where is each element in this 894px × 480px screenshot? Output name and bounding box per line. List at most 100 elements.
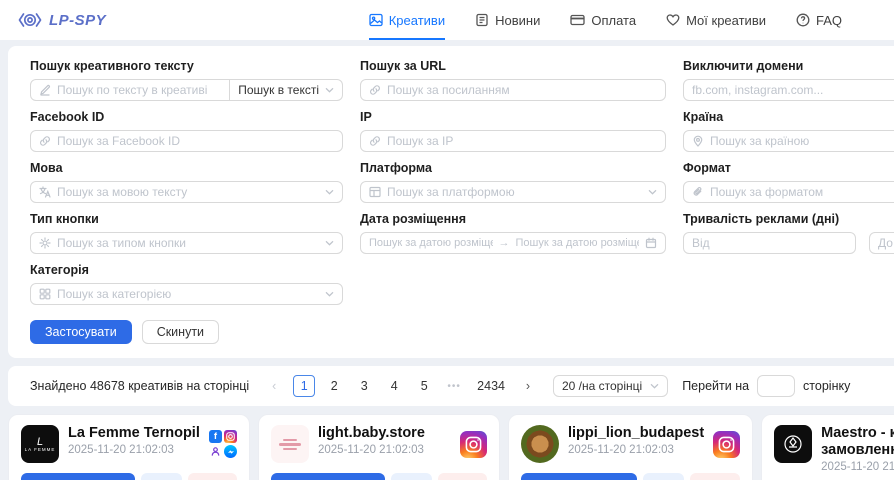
page-button-last[interactable]: 2434 [473, 375, 509, 397]
language-select[interactable] [30, 181, 343, 203]
language-input[interactable] [57, 182, 319, 202]
facebook-id-input[interactable] [57, 131, 334, 151]
date-from-input[interactable] [369, 233, 493, 253]
page-button-1[interactable]: 1 [293, 375, 315, 397]
favorite-button[interactable] [438, 473, 487, 480]
logo[interactable]: LP-SPY [18, 11, 106, 29]
creative-card[interactable]: L LA FEMME La Femme Ternopil 2025-11-20 … [8, 414, 250, 480]
nav-label: Креативи [389, 13, 445, 28]
card-icon [570, 13, 585, 27]
field-label: Тип кнопки [30, 212, 343, 226]
chevron-down-icon [325, 189, 334, 195]
country-input[interactable] [710, 131, 894, 151]
instagram-icon [713, 431, 740, 458]
chevron-down-icon [325, 291, 334, 297]
chevron-down-icon [325, 87, 334, 93]
field-facebook-id: Facebook ID [30, 110, 343, 152]
date-range-picker[interactable]: → [360, 232, 666, 254]
field-label: Країна [683, 110, 894, 124]
next-page-button[interactable]: › [517, 375, 539, 397]
field-button-type: Тип кнопки [30, 212, 343, 254]
goto-page-input[interactable] [757, 375, 795, 397]
field-exclude-domains: Виключити домени [683, 59, 894, 101]
heart-icon [666, 13, 680, 27]
days-active-button[interactable]: 3 days [21, 473, 135, 480]
url-input[interactable] [387, 80, 657, 100]
prev-page-button[interactable]: ‹ [263, 375, 285, 397]
messenger-icon [224, 445, 237, 458]
platform-input[interactable] [387, 182, 642, 202]
nav-tab-news[interactable]: Новини [475, 0, 540, 40]
nav-tab-creatives[interactable]: Креативи [369, 0, 445, 40]
nav-tab-faq[interactable]: FAQ [796, 0, 842, 40]
chevron-down-icon [648, 189, 657, 195]
category-grid-icon [39, 288, 51, 300]
text-search-mode-select[interactable]: Пошук в тексті [230, 79, 343, 101]
page-button-3[interactable]: 3 [353, 375, 375, 397]
avatar [271, 425, 309, 463]
creative-card[interactable]: Maestro - кухні, меблі замовлення в Ужго… [761, 414, 894, 480]
platform-select[interactable] [360, 181, 666, 203]
page-button-5[interactable]: 5 [413, 375, 435, 397]
ip-input[interactable] [387, 131, 657, 151]
category-select[interactable] [30, 283, 343, 305]
duration-from-input[interactable] [692, 233, 847, 253]
avatar [521, 425, 559, 463]
format-input[interactable] [710, 182, 894, 202]
favorite-button[interactable] [690, 473, 740, 480]
creative-date: 2025-11-20 21:02:03 [568, 444, 704, 456]
nav-label: Оплата [591, 13, 636, 28]
goto-prefix: Перейти на [682, 379, 749, 393]
news-icon [475, 13, 489, 27]
instagram-icon [460, 431, 487, 458]
page-button-2[interactable]: 2 [323, 375, 345, 397]
platform-grid-icon [369, 186, 381, 198]
results-toolbar: Знайдено 48678 креативів на сторінці ‹ 1… [8, 366, 894, 406]
field-label: Мова [30, 161, 343, 175]
creative-text-input[interactable] [57, 80, 221, 100]
creative-card[interactable]: lippi_lion_budapest 2025-11-20 21:02:03 … [508, 414, 753, 480]
field-label: Виключити домени [683, 59, 894, 73]
field-url: Пошук за URL [360, 59, 666, 101]
view-button[interactable] [643, 473, 684, 480]
filters-panel: Пошук креативного тексту Пошук в тексті … [8, 46, 894, 358]
paperclip-icon [692, 186, 704, 198]
nav-label: Мої креативи [686, 13, 766, 28]
field-label: Facebook ID [30, 110, 343, 124]
field-label: Формат [683, 161, 894, 175]
duration-to-input[interactable] [878, 233, 894, 253]
nav-tab-payment[interactable]: Оплата [570, 0, 636, 40]
pagination-ellipsis[interactable]: ••• [443, 375, 465, 397]
chevron-down-icon [650, 383, 659, 389]
category-input[interactable] [57, 284, 319, 304]
date-to-input[interactable] [516, 233, 640, 253]
translate-icon [39, 186, 51, 198]
field-label: IP [360, 110, 666, 124]
view-button[interactable] [141, 473, 182, 480]
nav-tab-my-creatives[interactable]: Мої креативи [666, 0, 766, 40]
image-icon [369, 13, 383, 27]
eye-logo-icon [18, 11, 42, 29]
button-type-select[interactable] [30, 232, 343, 254]
exclude-domains-input[interactable] [692, 80, 894, 100]
field-placement-date: Дата розміщення → [360, 212, 666, 254]
avatar-caption: LA FEMME [25, 447, 56, 452]
days-active-button[interactable]: 3 days [271, 473, 385, 480]
link-icon [369, 135, 381, 147]
creative-card[interactable]: light.baby.store 2025-11-20 21:02:03 3 d… [258, 414, 500, 480]
days-active-button[interactable]: 0 days [521, 473, 637, 480]
page-button-4[interactable]: 4 [383, 375, 405, 397]
apply-button[interactable]: Застосувати [30, 320, 132, 344]
format-select[interactable] [683, 181, 894, 203]
per-page-select[interactable]: 20 /на сторінці [553, 375, 668, 397]
creative-date: 2025-11-20 21:02:03 [68, 444, 200, 456]
favorite-button[interactable] [188, 473, 237, 480]
pagination: ‹ 1 2 3 4 5 ••• 2434 › [263, 375, 539, 397]
view-button[interactable] [391, 473, 432, 480]
reset-button[interactable]: Скинути [142, 320, 219, 344]
field-label: Дата розміщення [360, 212, 666, 226]
creative-title: Maestro - кухні, меблі замовлення в Ужго… [821, 425, 894, 459]
creative-date: 2025-11-20 21:02:03 [821, 461, 894, 473]
creative-text-input-wrap [30, 79, 230, 101]
button-type-input[interactable] [57, 233, 319, 253]
